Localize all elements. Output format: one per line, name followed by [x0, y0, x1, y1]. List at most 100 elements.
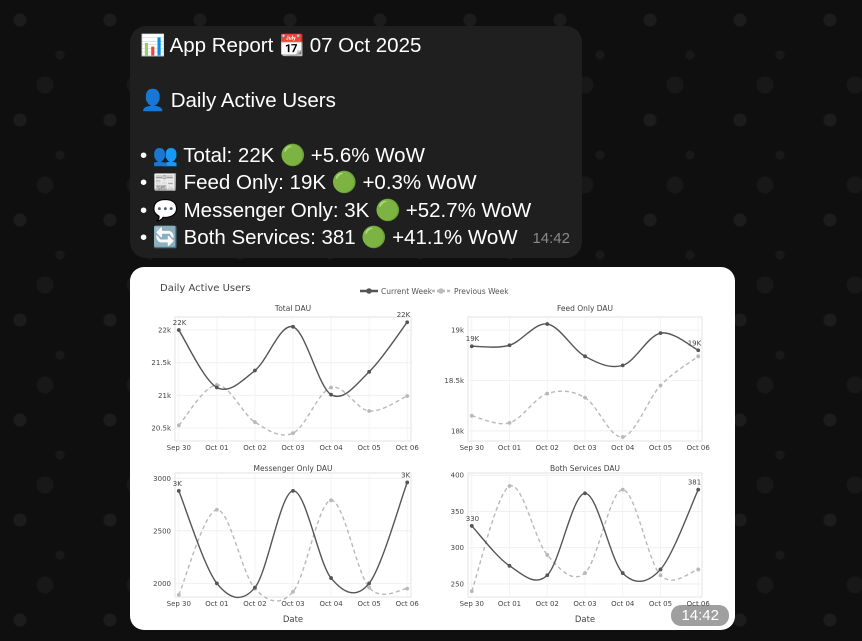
data-point-previous	[405, 586, 410, 591]
legend-previous-label: Previous Week	[454, 287, 509, 296]
data-point-previous	[214, 507, 219, 512]
data-point-previous	[507, 420, 512, 425]
panel-title: Messenger Only DAU	[254, 464, 333, 473]
data-point-previous	[658, 383, 663, 388]
legend-current-label: Current Week	[381, 287, 433, 296]
data-label: 22K	[173, 319, 187, 327]
y-tick-label: 21k	[158, 392, 172, 400]
y-tick-label: 21.5k	[151, 359, 172, 367]
metric-label: Feed Only: 19K	[183, 171, 327, 194]
y-tick-label: 300	[451, 544, 464, 552]
data-point-previous	[176, 592, 181, 597]
data-point-current	[214, 581, 219, 586]
bullet: •	[140, 144, 148, 167]
data-point-previous	[696, 567, 701, 572]
bullet: •	[140, 171, 148, 194]
metric-total: • 👥 Total: 22K 🟢 +5.6% WoW	[140, 142, 425, 169]
x-tick-label: Oct 05	[649, 600, 672, 608]
data-point-previous	[545, 391, 550, 396]
data-label: 330	[466, 515, 479, 523]
x-axis-label: Date	[283, 615, 303, 625]
x-tick-label: Oct 06	[687, 444, 711, 452]
metric-feed-only: • 📰 Feed Only: 19K 🟢 +0.3% WoW	[140, 169, 477, 196]
data-point-current	[545, 573, 550, 578]
user-icon: 👤	[140, 89, 166, 112]
x-tick-label: Oct 02	[243, 600, 266, 608]
data-point-previous	[507, 484, 512, 488]
x-tick-label: Oct 03	[573, 600, 596, 608]
green-circle-icon: 🟢	[331, 171, 358, 194]
y-tick-label: 20.5k	[151, 424, 172, 432]
refresh-icon: 🔄	[152, 226, 179, 249]
chart-panel-4: 250 300 350 400 Sep 30 Oct 01 Oct 02 Oct 03 Oct …	[451, 464, 711, 625]
figure-title: Daily Active Users	[160, 283, 251, 294]
data-point-current	[620, 571, 625, 575]
bar-chart-icon: 📊	[140, 34, 166, 57]
x-tick-label: Sep 30	[460, 444, 484, 452]
calendar-icon: 📆	[278, 34, 305, 57]
report-message-bubble[interactable]: 📊 App Report 📆 07 Oct 2025 👤 Daily Activ…	[130, 26, 582, 258]
x-tick-label: Oct 04	[611, 600, 635, 608]
metric-delta: +5.6% WoW	[310, 144, 425, 167]
data-point-previous	[620, 487, 625, 492]
data-point-current	[696, 487, 701, 492]
data-point-previous	[583, 571, 587, 575]
image-timestamp: 14:42	[671, 605, 729, 626]
app-report-title: App Report	[169, 34, 274, 57]
y-tick-label: 2500	[153, 527, 171, 535]
x-tick-label: Oct 05	[649, 444, 672, 452]
y-tick-label: 400	[451, 472, 464, 480]
dau-chart-figure: Daily Active Users Current Week Previous…	[151, 283, 711, 625]
x-tick-label: Oct 03	[573, 444, 596, 452]
data-point-previous	[291, 431, 295, 436]
x-axis-label: Date	[575, 615, 595, 625]
y-tick-label: 250	[451, 580, 464, 588]
bullet: •	[140, 199, 148, 222]
x-tick-label: Oct 03	[281, 600, 304, 608]
x-tick-label: Oct 03	[281, 444, 304, 452]
green-circle-icon: 🟢	[375, 199, 401, 222]
chart-panel-3: 2000 2500 3000 Sep 30 Oct 01 Oct 02 Oct 03 Oct …	[153, 464, 419, 625]
y-tick-label: 18.5k	[444, 377, 465, 385]
chart-panel-2: 18k 18.5k 19k Sep 30 Oct 01 Oct 02 Oct 03 Oct 0…	[444, 304, 710, 452]
data-point-current	[291, 488, 295, 493]
x-tick-label: Oct 01	[498, 444, 521, 452]
data-point-previous	[545, 553, 550, 557]
x-tick-label: Oct 06	[396, 600, 420, 608]
metric-label: Both Services: 381	[183, 226, 356, 249]
data-point-current	[367, 369, 372, 374]
x-tick-label: Oct 01	[205, 444, 228, 452]
newspaper-icon: 📰	[152, 171, 179, 194]
data-point-current	[583, 354, 587, 359]
data-label: 19K	[466, 335, 480, 343]
x-tick-label: Sep 30	[167, 444, 191, 452]
data-point-current	[329, 576, 333, 580]
data-label: 22K	[397, 311, 411, 319]
data-point-current	[658, 567, 663, 572]
data-point-previous	[329, 498, 333, 503]
y-tick-label: 350	[451, 508, 464, 516]
chart-panel-1: 20.5k 21k 21.5k 22k Sep 30 Oct 01 Oct 02 Oct 03…	[151, 304, 419, 452]
data-point-current	[253, 368, 257, 373]
data-point-current	[658, 331, 663, 336]
bullet: •	[140, 226, 148, 249]
data-point-current	[176, 488, 181, 493]
x-tick-label: Sep 30	[167, 600, 191, 608]
data-point-previous	[469, 413, 474, 418]
legend-current-marker	[366, 288, 372, 294]
data-label: 3K	[401, 471, 410, 479]
data-point-current	[253, 585, 257, 590]
x-tick-label: Oct 05	[358, 600, 381, 608]
x-tick-label: Oct 06	[396, 444, 420, 452]
x-tick-label: Sep 30	[460, 600, 484, 608]
x-tick-label: Oct 02	[536, 444, 559, 452]
data-point-previous	[620, 435, 625, 439]
data-point-current	[329, 392, 333, 397]
metric-both-services: • 🔄 Both Services: 381 🟢 +41.1% WoW	[140, 224, 518, 251]
data-point-previous	[367, 585, 372, 590]
message-line-section: 👤 Daily Active Users	[140, 87, 336, 114]
metric-delta: +0.3% WoW	[362, 171, 477, 194]
speech-bubble-icon: 💬	[152, 199, 179, 222]
y-tick-label: 18k	[451, 427, 465, 435]
chart-image-message[interactable]: Daily Active Users Current Week Previous…	[130, 267, 735, 630]
